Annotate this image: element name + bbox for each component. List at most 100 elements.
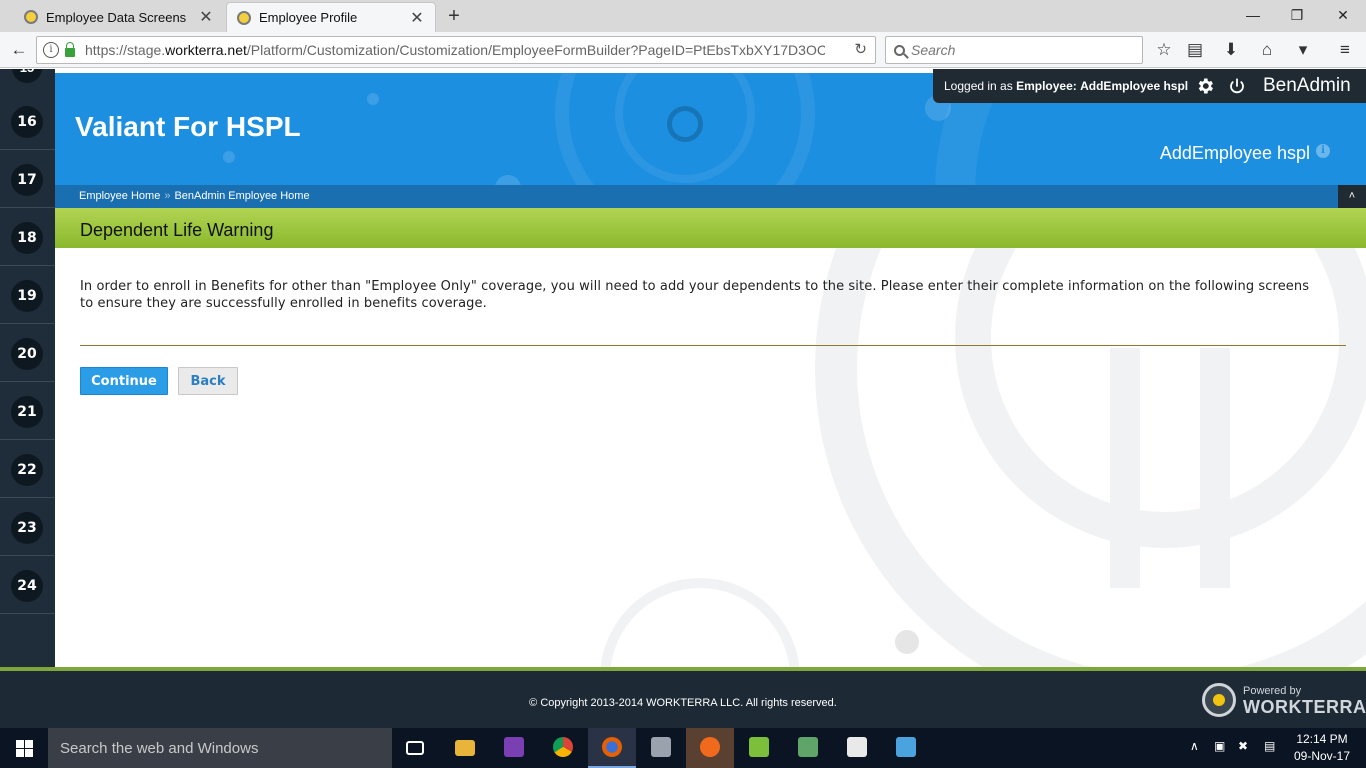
tab-title: Employee Data Screens <box>46 9 187 25</box>
volume-muted-icon[interactable]: ✖ <box>1238 739 1248 768</box>
file-explorer-icon[interactable] <box>441 728 489 768</box>
decorative-bar <box>1110 348 1140 588</box>
step-number: 24 <box>11 570 43 602</box>
breadcrumb-separator: » <box>164 190 171 202</box>
step-number: 16 <box>11 106 43 138</box>
section-title: Dependent Life Warning <box>80 220 274 240</box>
island-app-icon[interactable] <box>784 728 832 768</box>
login-status: Logged in as Employee: AddEmployee hspl <box>944 79 1188 93</box>
browser-nav-bar: ← i https://stage.workterra.net/Platform… <box>0 32 1366 68</box>
breadcrumb-employee-home[interactable]: Employee Home <box>79 190 160 202</box>
browser-tab-employee-data-screens[interactable]: Employee Data Screens ✕ <box>14 2 224 32</box>
breadcrumb-bar: Employee Home » BenAdmin Employee Home ˄ <box>55 185 1366 208</box>
workterra-favicon-icon <box>237 10 251 25</box>
decorative-dot <box>495 175 521 185</box>
browser-search-input[interactable] <box>911 42 1131 58</box>
site-title: Valiant For HSPL <box>75 111 301 142</box>
step-number: 18 <box>11 222 43 254</box>
firefox-icon[interactable] <box>588 728 636 768</box>
step-item[interactable]: 19 <box>0 266 55 324</box>
restore-icon[interactable]: ❐ <box>1282 4 1312 26</box>
step-item[interactable]: 22 <box>0 440 55 498</box>
continue-button[interactable]: Continue <box>80 367 168 395</box>
window-close-icon[interactable]: ✕ <box>1328 4 1358 26</box>
decorative-ring <box>600 578 800 667</box>
login-user: AddEmployee hspl <box>1080 79 1189 93</box>
step-item[interactable]: 23 <box>0 498 55 556</box>
powered-by-logo: Powered by WORKTERRA <box>1200 681 1366 721</box>
new-tab-icon[interactable]: + <box>444 4 464 28</box>
step-item[interactable]: 16 <box>0 92 55 150</box>
power-icon[interactable] <box>1228 77 1246 95</box>
task-view-icon[interactable] <box>392 728 440 768</box>
powered-by-text: Powered by <box>1243 685 1302 697</box>
browser-tab-employee-profile[interactable]: Employee Profile ✕ <box>226 2 436 32</box>
reload-icon[interactable]: ↻ <box>854 40 867 58</box>
chrome-icon[interactable] <box>539 728 587 768</box>
tab-title: Employee Profile <box>259 10 358 25</box>
action-center-icon[interactable]: ▤ <box>1264 739 1275 768</box>
brand-text: WORKTERRA <box>1243 697 1366 717</box>
current-user-name: AddEmployee hspl <box>1159 143 1310 163</box>
chart-app-icon[interactable] <box>735 728 783 768</box>
workterra-logo-icon <box>1202 683 1236 717</box>
step-item[interactable]: 21 <box>0 382 55 440</box>
system-clock[interactable]: 12:14 PM 09-Nov-17 <box>1290 731 1354 765</box>
bookmark-star-icon[interactable]: ☆ <box>1151 37 1177 63</box>
step-item[interactable]: 17 <box>0 150 55 208</box>
step-number: 23 <box>11 512 43 544</box>
step-number: 21 <box>11 396 43 428</box>
clock-date: 09-Nov-17 <box>1293 749 1351 763</box>
flame-app-icon[interactable] <box>686 728 734 768</box>
dependent-warning-message: In order to enroll in Benefits for other… <box>80 279 1310 311</box>
step-number: 22 <box>11 454 43 486</box>
minimize-icon[interactable]: — <box>1238 4 1268 26</box>
home-icon[interactable]: ⌂ <box>1254 37 1280 63</box>
step-number: 19 <box>11 280 43 312</box>
visual-studio-icon[interactable] <box>490 728 538 768</box>
main-content: In order to enroll in Benefits for other… <box>55 248 1366 667</box>
taskbar-search-input[interactable] <box>60 739 380 757</box>
decorative-dot <box>895 630 919 654</box>
pocket-icon[interactable]: ▾ <box>1290 37 1316 63</box>
show-hidden-icons-icon[interactable]: ∧ <box>1190 739 1199 768</box>
step-item[interactable]: 24 <box>0 556 55 614</box>
breadcrumb: Employee Home » BenAdmin Employee Home <box>79 190 310 202</box>
browser-search-box[interactable] <box>885 36 1143 64</box>
menu-icon[interactable]: ≡ <box>1332 37 1358 63</box>
browser-tab-strip: Employee Data Screens ✕ Employee Profile… <box>0 0 1366 32</box>
url-domain: workterra.net <box>165 42 247 58</box>
login-role: Employee: <box>1016 79 1077 93</box>
step-item[interactable]: 18 <box>0 208 55 266</box>
windows-start-icon[interactable] <box>0 728 48 768</box>
tab-close-icon[interactable]: ✕ <box>198 7 214 27</box>
site-info-icon[interactable]: i <box>43 42 59 58</box>
step-item[interactable]: 20 <box>0 324 55 382</box>
tools-icon[interactable] <box>637 728 685 768</box>
back-button[interactable]: Back <box>178 367 238 395</box>
step-number: 17 <box>11 164 43 196</box>
url-bar[interactable]: i https://stage.workterra.net/Platform/C… <box>36 36 876 64</box>
taskbar-search-box[interactable] <box>48 728 392 768</box>
back-arrow-icon[interactable]: ← <box>6 37 32 63</box>
network-icon[interactable]: ▣ <box>1214 739 1225 768</box>
download-icon[interactable]: ⬇ <box>1218 37 1244 63</box>
step-number: 20 <box>11 338 43 370</box>
reading-list-icon[interactable]: ▤ <box>1182 37 1208 63</box>
divider <box>80 345 1346 346</box>
workterra-favicon-icon <box>24 10 38 24</box>
url-text[interactable]: https://stage.workterra.net/Platform/Cus… <box>85 42 825 58</box>
page-footer: © Copyright 2013-2014 WORKTERRA LLC. All… <box>0 671 1366 728</box>
breadcrumb-benadmin-employee-home[interactable]: BenAdmin Employee Home <box>174 190 309 202</box>
collapse-header-icon[interactable]: ˄ <box>1338 185 1366 208</box>
gear-icon[interactable] <box>1195 76 1215 96</box>
user-info-icon[interactable]: i <box>1316 144 1330 158</box>
tab-close-icon[interactable]: ✕ <box>409 8 425 28</box>
section-header: Dependent Life Warning <box>55 208 1366 248</box>
calculator-icon[interactable] <box>833 728 881 768</box>
remote-desktop-icon[interactable] <box>882 728 930 768</box>
decorative-bar <box>1200 348 1230 588</box>
clock-time: 12:14 PM <box>1296 732 1348 746</box>
windows-taskbar: ∧ ▣ ✖ ▤ 12:14 PM 09-Nov-17 <box>0 728 1366 768</box>
decorative-dot <box>367 93 379 105</box>
